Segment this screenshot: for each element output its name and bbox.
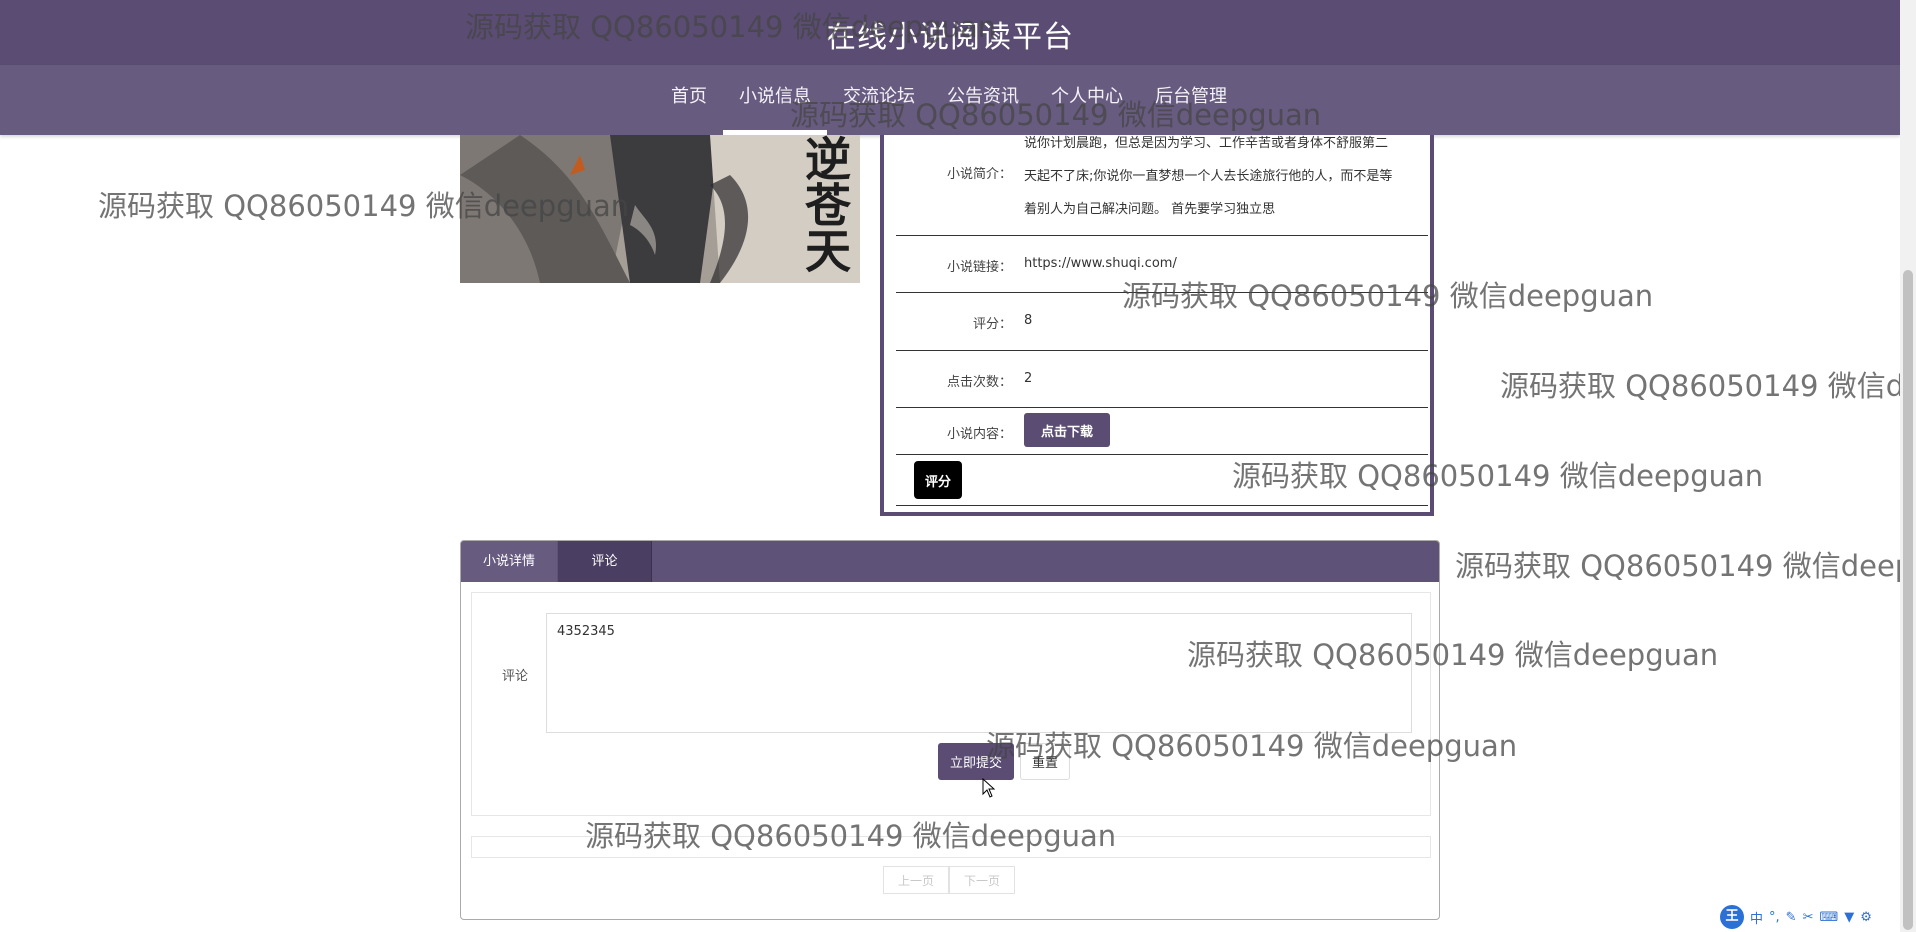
score-label: 评分： xyxy=(972,317,1012,332)
content-row: 小说内容： 点击下载 xyxy=(896,408,1428,455)
ime-keyboard-icon[interactable]: ⌨ xyxy=(1819,910,1838,925)
intro-line-1: 说你计划晨跑，但总是因为学习、工作辛苦或者身体不舒服第二 xyxy=(1024,136,1389,151)
download-button[interactable]: 点击下载 xyxy=(1024,413,1110,447)
site-title: 在线小说阅读平台 xyxy=(826,20,1074,55)
link-row: 小说链接： https://www.shuqi.com/ xyxy=(896,236,1428,293)
cover-title-text: 逆苍天 xyxy=(798,135,852,273)
score-row: 评分： 8 xyxy=(896,293,1428,351)
reset-button[interactable]: 重置 xyxy=(1020,743,1070,780)
ime-punctuation-icon[interactable]: °, xyxy=(1769,910,1780,925)
novel-cover-image: 逆苍天 xyxy=(460,135,860,283)
link-value[interactable]: https://www.shuqi.com/ xyxy=(1024,256,1177,271)
intro-line-3: 着别人为自己解决问题。 首先要学习独立思 xyxy=(1024,202,1276,217)
ime-skin-icon[interactable]: ▼ xyxy=(1844,910,1854,925)
nav-item-profile[interactable]: 个人中心 xyxy=(1035,65,1139,135)
nav-item-announcements[interactable]: 公告资讯 xyxy=(931,65,1035,135)
intro-label: 小说简介： xyxy=(946,167,1012,182)
tab-novel-details[interactable]: 小说详情 xyxy=(461,541,557,582)
ime-pen-icon[interactable]: ✎ xyxy=(1786,910,1797,925)
tab-header: 小说详情 评论 xyxy=(461,541,1439,582)
nav-item-admin[interactable]: 后台管理 xyxy=(1139,65,1243,135)
detail-tabs: 小说详情 评论 评论 4352345 立即提交 重置 上一页 下一页 xyxy=(460,540,1440,920)
comment-form: 评论 4352345 立即提交 重置 xyxy=(471,592,1431,816)
link-label: 小说链接： xyxy=(946,260,1012,275)
header-bar: 在线小说阅读平台 xyxy=(0,0,1900,65)
page-scrollbar[interactable] xyxy=(1900,0,1916,932)
clicks-row: 点击次数： 2 xyxy=(896,351,1428,408)
intro-text: 说你计划晨跑，但总是因为学习、工作辛苦或者身体不舒服第二 天起不了床;你说你一直… xyxy=(1024,127,1424,226)
intro-row: 小说简介： 说你计划晨跑，但总是因为学习、工作辛苦或者身体不舒服第二 天起不了床… xyxy=(896,135,1428,236)
comment-list xyxy=(471,836,1431,858)
scrollbar-thumb[interactable] xyxy=(1903,270,1913,930)
intro-line-2: 天起不了床;你说你一直梦想一个人去长途旅行他的人，而不是等 xyxy=(1024,169,1393,184)
comment-textarea[interactable]: 4352345 xyxy=(546,613,1412,733)
mouse-cursor-icon xyxy=(982,778,996,798)
clicks-label: 点击次数： xyxy=(946,375,1012,390)
pagination: 上一页 下一页 xyxy=(883,866,1015,894)
clicks-value: 2 xyxy=(1024,371,1033,386)
main-nav: 首页 小说信息 交流论坛 公告资讯 个人中心 后台管理 xyxy=(0,65,1900,135)
ime-toolbar[interactable]: 王 中 °, ✎ ✂ ⌨ ▼ ⚙ xyxy=(1720,905,1872,929)
nav-item-novel-info[interactable]: 小说信息 xyxy=(723,65,827,135)
comment-label: 评论 xyxy=(502,669,529,684)
content-label: 小说内容： xyxy=(946,427,1012,442)
watermark-text: 源码获取 QQ86050149 微信deepguan xyxy=(1455,549,1916,583)
prev-page-button[interactable]: 上一页 xyxy=(883,866,949,894)
nav-item-home[interactable]: 首页 xyxy=(655,65,723,135)
tab-comments[interactable]: 评论 xyxy=(558,541,652,582)
watermark-text: 源码获取 QQ86050149 微信deepguan xyxy=(1500,369,1916,403)
submit-button[interactable]: 立即提交 xyxy=(938,743,1014,780)
ime-logo-icon[interactable]: 王 xyxy=(1720,905,1744,929)
rate-row xyxy=(896,455,1428,506)
next-page-button[interactable]: 下一页 xyxy=(949,866,1015,894)
ime-settings-icon[interactable]: ⚙ xyxy=(1860,910,1872,925)
ime-scissors-icon[interactable]: ✂ xyxy=(1803,910,1814,925)
rate-button[interactable]: 评分 xyxy=(914,461,962,499)
score-value: 8 xyxy=(1024,313,1033,328)
nav-item-forum[interactable]: 交流论坛 xyxy=(827,65,931,135)
novel-info-panel: 小说简介： 说你计划晨跑，但总是因为学习、工作辛苦或者身体不舒服第二 天起不了床… xyxy=(880,135,1434,516)
ime-mode-indicator[interactable]: 中 xyxy=(1750,908,1763,927)
